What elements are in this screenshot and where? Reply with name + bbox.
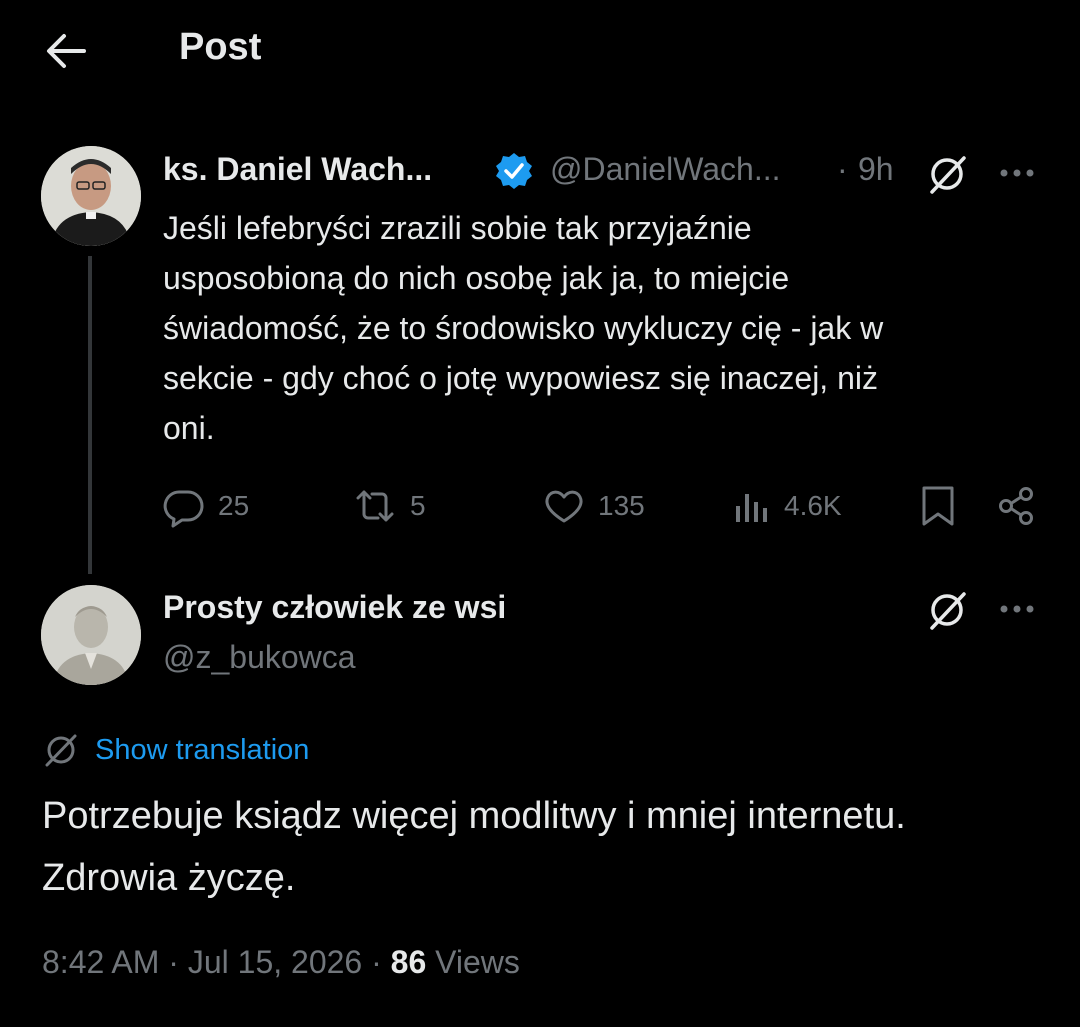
- more-options-icon[interactable]: [996, 158, 1038, 188]
- avatar[interactable]: [41, 585, 141, 685]
- translate-icon: [45, 734, 77, 767]
- show-translation-link[interactable]: Show translation: [95, 734, 309, 767]
- tweet-text-line: Zdrowia życzę.: [42, 857, 296, 899]
- bookmark-icon: [922, 486, 954, 526]
- avatar-image: [41, 585, 141, 685]
- tweet-metadata: 8:42 AM · Jul 15, 2026 · 86 Views: [42, 944, 520, 981]
- post-date[interactable]: Jul 15, 2026: [188, 944, 362, 980]
- views-label: Views: [435, 944, 520, 980]
- heart-icon: [545, 490, 583, 523]
- analytics-icon: [736, 494, 767, 522]
- tweet-text-line: Jeśli lefebryści zrazili sobie tak przyj…: [163, 210, 752, 246]
- grok-icon[interactable]: [926, 152, 970, 196]
- like-count: 135: [598, 490, 645, 521]
- tweet-text-line: Potrzebuje ksiądz więcej modlitwy i mnie…: [42, 795, 906, 837]
- thread-line: [88, 256, 92, 574]
- separator: ·: [837, 151, 848, 187]
- timestamp[interactable]: 9h: [858, 151, 894, 188]
- post-time[interactable]: 8:42 AM: [42, 944, 159, 980]
- repost-button[interactable]: 5: [352, 480, 426, 532]
- repost-icon: [356, 490, 394, 522]
- tweet-text-line: sekcie - gdy choć o jotę wypowiesz się i…: [163, 360, 878, 396]
- bookmark-button[interactable]: [918, 480, 958, 532]
- views-count: 4.6K: [784, 490, 842, 521]
- tweet-text: Jeśli lefebryści zrazili sobie tak przyj…: [163, 203, 1043, 453]
- arrow-left-icon: [47, 34, 86, 68]
- share-icon: [999, 487, 1033, 525]
- avatar-image: [41, 146, 141, 246]
- share-button[interactable]: [994, 480, 1038, 532]
- like-button[interactable]: 135: [542, 480, 645, 532]
- author-handle[interactable]: @DanielWach...: [550, 151, 780, 188]
- header: Post: [0, 0, 1080, 100]
- author-handle[interactable]: @z_bukowca: [163, 639, 356, 676]
- separator: ·: [168, 944, 179, 980]
- views-count: 86: [390, 944, 427, 980]
- reply-count: 25: [218, 490, 250, 521]
- tweet-text-line: świadomość, że to środowisko wykluczy ci…: [163, 310, 884, 346]
- grok-icon[interactable]: [926, 588, 970, 632]
- reply-icon: [163, 490, 204, 528]
- author-name[interactable]: ks. Daniel Wach...: [163, 151, 432, 188]
- repost-count: 5: [410, 490, 426, 521]
- post-page: Post ks. Daniel Wach... @DanielWach... ·…: [0, 0, 1080, 1027]
- back-button[interactable]: [40, 28, 90, 74]
- tweet-text-line: oni.: [163, 410, 215, 446]
- avatar[interactable]: [41, 146, 141, 246]
- verified-badge-icon: [494, 151, 534, 191]
- tweet-text-line: usposobioną do nich osobę jak ja, to mie…: [163, 260, 790, 296]
- separator: ·: [371, 944, 382, 980]
- action-bar: 25 5 135 4.6K: [160, 480, 1050, 532]
- translation-row: Show translation: [42, 730, 309, 770]
- author-name[interactable]: Prosty człowiek ze wsi: [163, 589, 506, 626]
- tweet-text: Potrzebuje ksiądz więcej modlitwy i mnie…: [42, 785, 1052, 909]
- reply-button[interactable]: 25: [162, 480, 249, 532]
- more-options-icon[interactable]: [996, 594, 1038, 624]
- views-button[interactable]: 4.6K: [732, 480, 842, 532]
- page-title: Post: [179, 26, 262, 68]
